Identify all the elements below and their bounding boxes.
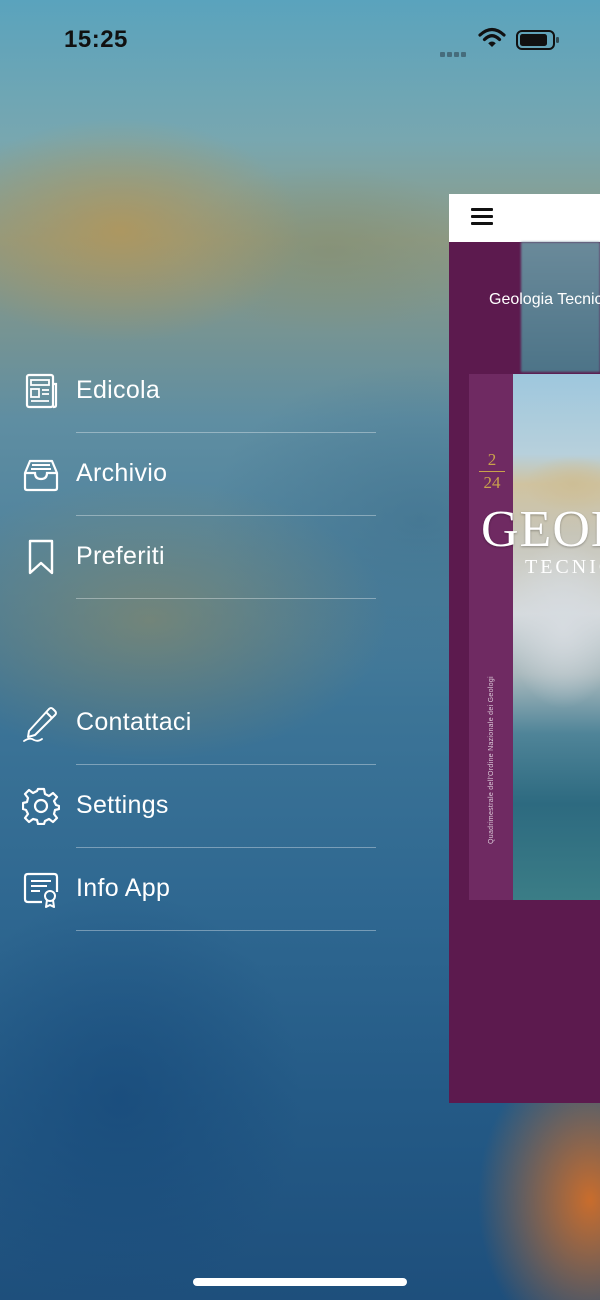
signal-icon <box>440 44 470 57</box>
publication-title: Geologia Tecnica <box>489 291 600 308</box>
side-menu: Edicola Archivio Preferiti Contattaci Se… <box>0 350 380 931</box>
magazine-cover[interactable]: 2 24 Quadrimestrale dell'Ordine Nazional… <box>469 374 600 900</box>
bookmark-icon <box>22 538 60 576</box>
menu-item-label: Contattaci <box>76 708 192 736</box>
issue-year: 24 <box>483 473 501 492</box>
menu-spacer <box>0 599 380 682</box>
wifi-icon <box>478 26 506 50</box>
menu-item-label: Info App <box>76 874 171 902</box>
newspaper-icon <box>22 372 60 410</box>
menu-item-label: Settings <box>76 791 169 819</box>
cover-spine: 2 24 Quadrimestrale dell'Ordine Nazional… <box>469 374 513 900</box>
cover-masthead: GEOLOGIA <box>481 501 600 558</box>
menu-item-contattaci[interactable]: Contattaci <box>0 682 380 765</box>
pencil-icon <box>22 704 60 742</box>
menu-item-preferiti[interactable]: Preferiti <box>0 516 380 599</box>
menu-item-label: Edicola <box>76 376 161 404</box>
archive-tray-icon <box>22 455 60 493</box>
navigation-bar <box>449 194 600 242</box>
menu-item-label: Preferiti <box>76 542 165 570</box>
hamburger-icon[interactable] <box>471 208 493 226</box>
battery-icon <box>516 30 560 50</box>
menu-divider <box>76 598 376 599</box>
menu-item-edicola[interactable]: Edicola <box>0 350 380 433</box>
menu-item-info-app[interactable]: Info App <box>0 848 380 931</box>
menu-item-settings[interactable]: Settings <box>0 765 380 848</box>
home-indicator[interactable] <box>193 1278 407 1286</box>
certificate-icon <box>22 870 60 908</box>
status-time: 15:25 <box>64 26 128 53</box>
issue-rule <box>479 471 505 472</box>
issue-number: 2 <box>487 450 497 469</box>
menu-divider <box>76 930 376 931</box>
main-content-preview[interactable]: Geologia Tecnica 2 24 Quadrimestrale del… <box>449 194 600 1103</box>
menu-item-label: Archivio <box>76 459 168 487</box>
gear-icon <box>22 787 60 825</box>
spine-text: Quadrimestrale dell'Ordine Nazionale dei… <box>488 676 495 844</box>
app-screen: 15:25 Edicola Archivio Preferiti Contatt… <box>0 0 600 1300</box>
menu-item-archivio[interactable]: Archivio <box>0 433 380 516</box>
cover-subhead: TECNICA <box>525 556 600 578</box>
cover-issue: 2 24 <box>479 450 505 493</box>
status-bar: 15:25 <box>0 0 600 80</box>
cover-photo <box>513 374 600 900</box>
